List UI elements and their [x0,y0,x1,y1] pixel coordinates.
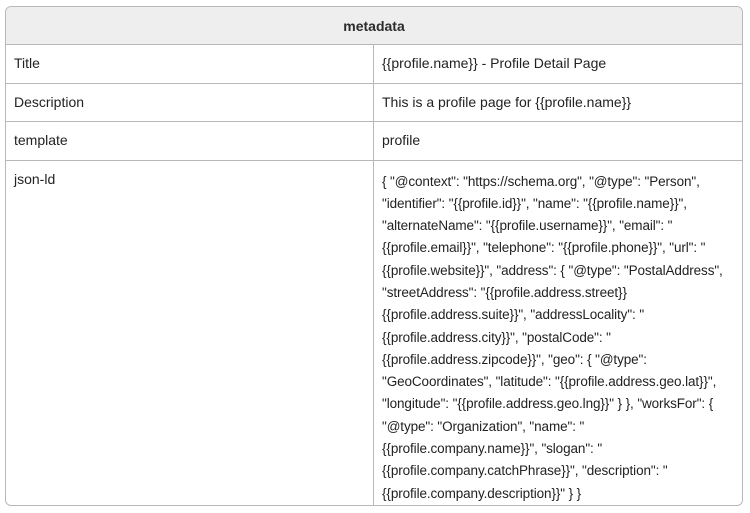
table-header: metadata [6,7,742,45]
table-row: template profile [6,122,742,161]
row-value-json-ld[interactable]: { "@context": "https://schema.org", "@ty… [374,161,742,506]
table-header-label: metadata [343,17,405,34]
table-row: Title {{profile.name}} - Profile Detail … [6,45,742,84]
metadata-table: metadata Title {{profile.name}} - Profil… [5,6,743,506]
table-row: json-ld { "@context": "https://schema.or… [6,160,742,506]
row-value-template[interactable]: profile [374,122,742,160]
row-key-template[interactable]: template [6,122,374,160]
row-key-description[interactable]: Description [6,83,374,121]
row-key-json-ld[interactable]: json-ld [6,160,374,505]
row-value-description[interactable]: This is a profile page for {{profile.nam… [374,84,742,122]
row-value-title[interactable]: {{profile.name}} - Profile Detail Page [374,45,742,83]
table-row: Description This is a profile page for {… [6,83,742,122]
row-key-title[interactable]: Title [6,45,374,83]
